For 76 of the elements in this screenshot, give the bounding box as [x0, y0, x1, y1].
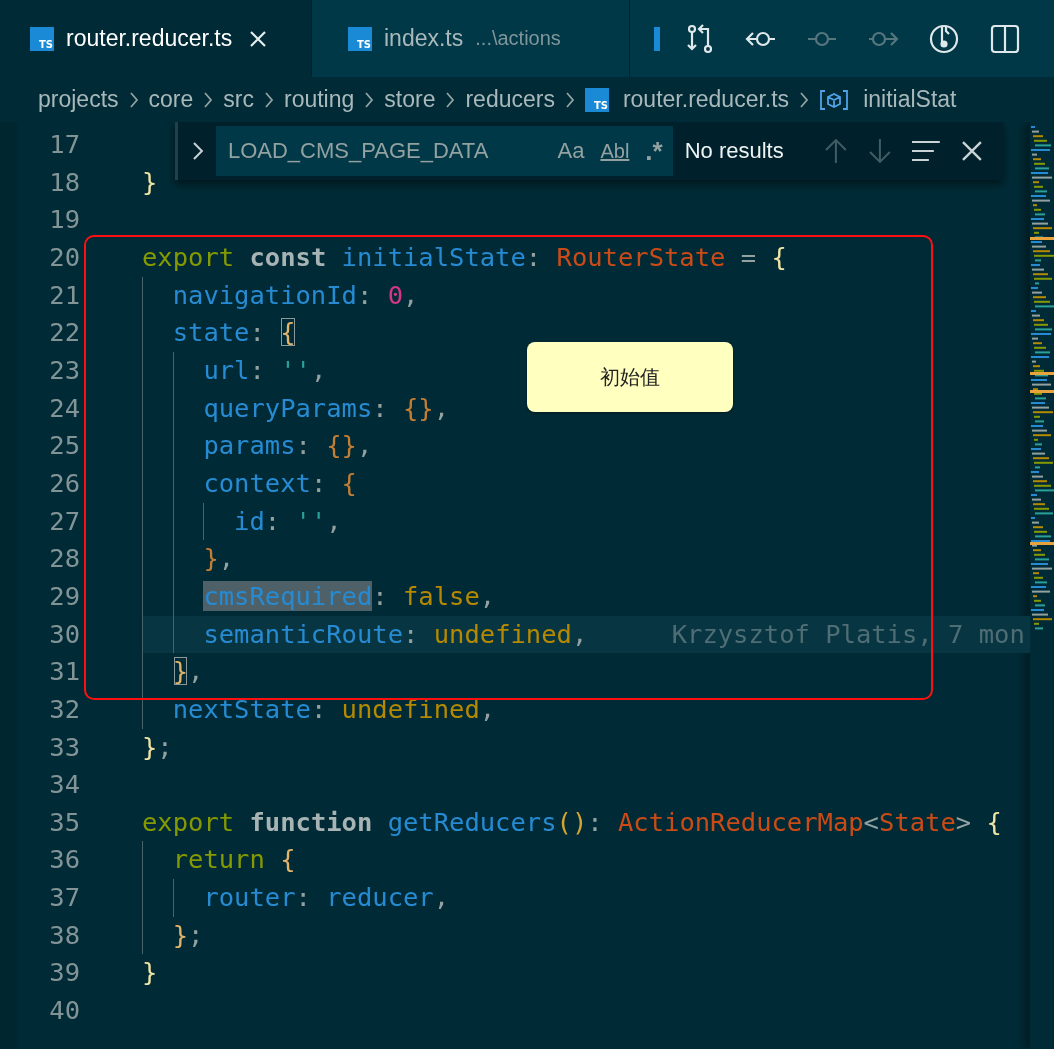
code-line: },: [172, 656, 204, 687]
chevron-icon: [364, 90, 375, 109]
line-number: 36: [48, 843, 80, 877]
code-line: navigationId: 0,: [172, 279, 419, 310]
line-number: 37: [48, 881, 80, 915]
line-number: 30: [48, 617, 80, 651]
code-line: context: {: [203, 467, 357, 498]
line-number: 20: [48, 240, 80, 274]
chevron-icon: [263, 90, 274, 109]
line-number: 38: [48, 918, 80, 952]
chevron-icon: [128, 90, 139, 109]
code-line: queryParams: {},: [203, 392, 450, 423]
code-line: },: [203, 543, 235, 574]
result-count: No results: [684, 138, 784, 164]
line-number: 35: [48, 805, 80, 839]
code-line: router: reducer,: [203, 882, 450, 913]
line-number: 34: [48, 768, 80, 802]
chevron-icon: [799, 90, 810, 109]
chevron-icon: [564, 90, 575, 109]
breadcrumb-item[interactable]: initialStat: [819, 86, 957, 113]
search-option-toggle[interactable]: Aa: [557, 138, 585, 164]
code-line: url: '',: [203, 354, 327, 385]
breadcrumb-item[interactable]: reducers: [465, 86, 555, 113]
find-in-selection-icon[interactable]: [911, 139, 942, 163]
line-number: 25: [48, 429, 80, 463]
search-option-toggle[interactable]: .*: [645, 135, 663, 167]
line-number: 21: [48, 278, 80, 312]
chevron-icon: [203, 90, 214, 109]
typescript-file-icon: TS: [348, 26, 372, 51]
code-line: return {: [172, 844, 296, 875]
line-number: 39: [48, 956, 80, 990]
code-line: }: [142, 166, 158, 197]
chevron-icon[interactable]: [192, 141, 204, 161]
line-number: 19: [48, 203, 80, 237]
line-number: 26: [48, 466, 80, 500]
code-line: state: {: [172, 317, 296, 348]
typescript-file-icon: TS: [584, 87, 609, 112]
line-number: 32: [48, 692, 80, 726]
line-number: 18: [48, 165, 80, 199]
typescript-file-icon: TS: [30, 26, 54, 51]
line-number: 40: [48, 994, 80, 1028]
code-line: semanticRoute: undefined,: [203, 618, 588, 649]
blame-annotation: Krzysztof Platis, 7 mon: [671, 618, 1025, 649]
line-number: 27: [48, 504, 80, 538]
callout-note: 初始值: [527, 342, 733, 412]
code-line: nextState: undefined,: [172, 693, 496, 724]
line-number: 29: [48, 579, 80, 613]
line-number: 24: [48, 391, 80, 425]
close-icon[interactable]: [248, 28, 269, 49]
breadcrumb-item[interactable]: projects: [38, 86, 119, 113]
editor-tab[interactable]: TS router.reducer.ts: [0, 0, 312, 77]
code-line: };: [172, 919, 204, 950]
code-line: id: '',: [234, 505, 342, 536]
split-editor-icon[interactable]: [989, 22, 1021, 55]
code-line: }: [142, 957, 158, 988]
line-number: 22: [48, 316, 80, 350]
chevron-icon: [445, 90, 456, 109]
breadcrumb-item[interactable]: store: [384, 86, 436, 113]
code-line: params: {},: [203, 430, 373, 461]
line-number: 23: [48, 353, 80, 387]
editor-tab[interactable]: TS index.ts ...\actions: [312, 0, 630, 77]
line-number: 17: [48, 128, 80, 161]
code-line: export function getReducers(): ActionReducerMap<State> {: [142, 806, 1002, 837]
code-line: };: [142, 731, 173, 762]
code-line: export const initialState: RouterState = {: [142, 241, 787, 272]
variable-icon: [819, 88, 850, 111]
line-number: 31: [48, 655, 80, 689]
line-number: 28: [48, 542, 80, 576]
breadcrumb-item[interactable]: core: [148, 86, 194, 113]
search-option-toggle[interactable]: Abl: [600, 139, 630, 163]
close-icon[interactable]: [961, 140, 983, 162]
search-field[interactable]: LOAD_CMS_PAGE_DATA Aa Abl .*: [215, 126, 673, 176]
line-number: 33: [48, 730, 80, 764]
breadcrumb-item[interactable]: src: [223, 86, 254, 113]
breadcrumb-item[interactable]: routing: [283, 86, 355, 113]
breadcrumb-item[interactable]: TS router.reducer.ts: [584, 86, 790, 113]
